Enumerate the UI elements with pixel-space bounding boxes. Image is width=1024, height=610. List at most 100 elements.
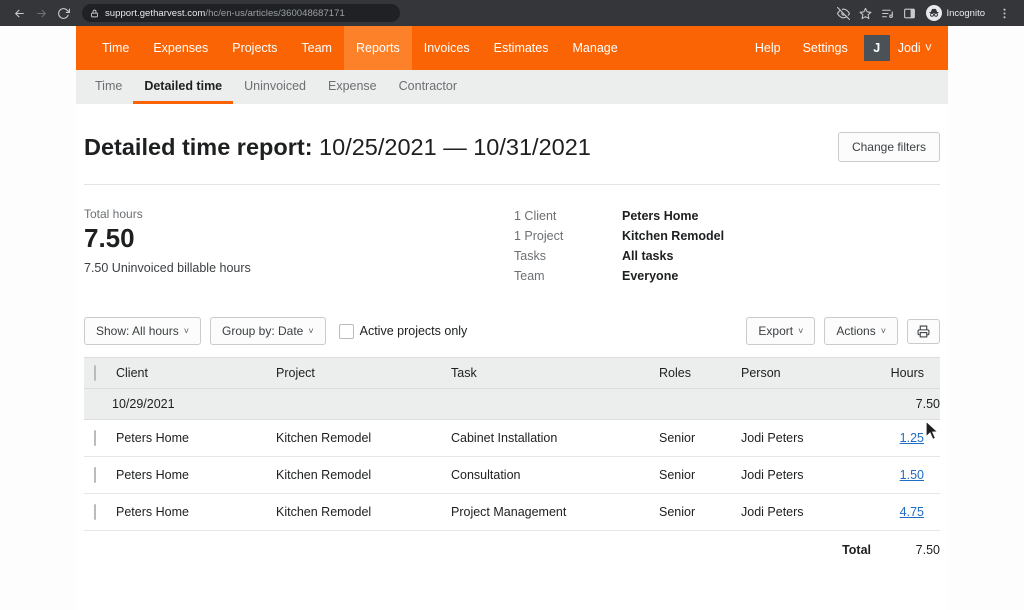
total-spacer	[84, 531, 741, 570]
nav-item-invoices[interactable]: Invoices	[412, 26, 482, 70]
table-row[interactable]: Peters Home Kitchen Remodel Consultation…	[84, 457, 940, 494]
star-icon[interactable]	[855, 3, 875, 23]
export-button[interactable]: Export ˅	[746, 317, 815, 345]
nav-item-time[interactable]: Time	[90, 26, 141, 70]
tab-uninvoiced[interactable]: Uninvoiced	[233, 70, 317, 104]
row-checkbox[interactable]	[94, 504, 96, 520]
report-toolbar: Show: All hours ˅ Group by: Date ˅ Activ…	[84, 313, 940, 357]
cell-hours: 1.25	[871, 420, 940, 457]
column-header-task[interactable]: Task	[451, 358, 659, 389]
show-hours-label: Show: All hours	[96, 324, 179, 338]
print-button[interactable]	[907, 319, 940, 344]
cell-person: Jodi Peters	[741, 420, 871, 457]
primary-navigation: Time Expenses Projects Team Reports Invo…	[76, 26, 948, 70]
select-all-header	[84, 358, 116, 389]
address-bar[interactable]: support.getharvest.com/hc/en-us/articles…	[82, 4, 400, 22]
tab-time[interactable]: Time	[84, 70, 133, 104]
lock-icon	[90, 9, 99, 18]
cell-client: Peters Home	[116, 420, 276, 457]
tab-expense[interactable]: Expense	[317, 70, 388, 104]
filter-label-tasks: Tasks	[514, 249, 622, 263]
user-menu[interactable]: Jodi ˅	[898, 41, 936, 55]
printer-icon	[917, 325, 930, 338]
reload-button[interactable]	[52, 2, 74, 24]
page-title-range: 10/25/2021 — 10/31/2021	[313, 134, 591, 160]
column-header-hours[interactable]: Hours	[871, 358, 940, 389]
group-row-date: 10/29/2021	[84, 389, 871, 420]
nav-item-manage[interactable]: Manage	[561, 26, 630, 70]
nav-item-expenses[interactable]: Expenses	[141, 26, 220, 70]
hours-link[interactable]: 1.25	[900, 431, 924, 445]
browser-toolbar: support.getharvest.com/hc/en-us/articles…	[0, 0, 1024, 26]
cell-client: Peters Home	[116, 457, 276, 494]
group-by-dropdown[interactable]: Group by: Date ˅	[210, 317, 326, 345]
back-button[interactable]	[8, 2, 30, 24]
cell-task: Project Management	[451, 494, 659, 531]
avatar[interactable]: J	[864, 35, 890, 61]
page-title: Detailed time report: 10/25/2021 — 10/31…	[84, 134, 591, 161]
tab-detailed-time[interactable]: Detailed time	[133, 70, 233, 104]
hours-link[interactable]: 1.50	[900, 468, 924, 482]
column-header-person[interactable]: Person	[741, 358, 871, 389]
forward-button[interactable]	[30, 2, 52, 24]
row-checkbox[interactable]	[94, 467, 96, 483]
nav-item-team[interactable]: Team	[289, 26, 344, 70]
side-panel-icon[interactable]	[899, 3, 919, 23]
detailed-time-table: Client Project Task Roles Person Hours 1…	[84, 357, 940, 569]
report-toolbar-right: Export ˅ Actions ˅	[746, 317, 940, 345]
back-arrow-icon	[13, 7, 26, 20]
hours-link[interactable]: 4.75	[900, 505, 924, 519]
eye-slash-icon[interactable]	[833, 3, 853, 23]
column-header-client[interactable]: Client	[116, 358, 276, 389]
row-checkbox[interactable]	[94, 430, 96, 446]
table-row[interactable]: Peters Home Kitchen Remodel Cabinet Inst…	[84, 420, 940, 457]
active-projects-only-control[interactable]: Active projects only	[339, 324, 468, 339]
cell-project: Kitchen Remodel	[276, 457, 451, 494]
table-total-row: Total 7.50	[84, 531, 940, 570]
change-filters-button[interactable]: Change filters	[838, 132, 940, 162]
reload-icon	[57, 7, 70, 20]
nav-item-settings[interactable]: Settings	[793, 41, 858, 55]
filter-row-tasks: Tasks All tasks	[514, 249, 724, 269]
column-header-project[interactable]: Project	[276, 358, 451, 389]
page-title-prefix: Detailed time report:	[84, 134, 313, 160]
filter-value-project: Kitchen Remodel	[622, 229, 724, 243]
table-body: 10/29/2021 7.50 Peters Home Kitchen Remo…	[84, 389, 940, 570]
show-hours-dropdown[interactable]: Show: All hours ˅	[84, 317, 201, 345]
chevron-down-icon: ˅	[798, 326, 803, 336]
report-content: Detailed time report: 10/25/2021 — 10/31…	[76, 104, 948, 569]
report-summary: Total hours 7.50 7.50 Uninvoiced billabl…	[84, 185, 940, 313]
actions-label: Actions	[836, 324, 875, 338]
total-hours-value: 7.50	[84, 223, 514, 254]
select-all-checkbox[interactable]	[94, 365, 96, 381]
nav-item-projects[interactable]: Projects	[220, 26, 289, 70]
filter-label-client: 1 Client	[514, 209, 622, 223]
reading-list-icon[interactable]	[877, 3, 897, 23]
forward-arrow-icon	[35, 7, 48, 20]
user-menu-label: Jodi	[898, 41, 921, 55]
incognito-label: Incognito	[946, 8, 985, 19]
filter-label-project: 1 Project	[514, 229, 622, 243]
cell-roles: Senior	[659, 420, 741, 457]
browser-actions: Incognito	[833, 3, 1016, 23]
uninvoiced-billable-hours: 7.50 Uninvoiced billable hours	[84, 261, 514, 275]
row-select-cell	[84, 457, 116, 494]
nav-item-reports[interactable]: Reports	[344, 26, 412, 70]
report-header: Detailed time report: 10/25/2021 — 10/31…	[84, 104, 940, 185]
active-projects-only-checkbox[interactable]	[339, 324, 354, 339]
table-row[interactable]: Peters Home Kitchen Remodel Project Mana…	[84, 494, 940, 531]
incognito-indicator[interactable]: Incognito	[923, 3, 992, 23]
column-header-roles[interactable]: Roles	[659, 358, 741, 389]
group-by-label: Group by: Date	[222, 324, 303, 338]
cell-task: Cabinet Installation	[451, 420, 659, 457]
actions-button[interactable]: Actions ˅	[824, 317, 898, 345]
nav-item-estimates[interactable]: Estimates	[482, 26, 561, 70]
group-row-hours: 7.50	[871, 389, 940, 420]
nav-item-help[interactable]: Help	[745, 41, 791, 55]
filter-label-team: Team	[514, 269, 622, 283]
cell-hours: 1.50	[871, 457, 940, 494]
kebab-menu-icon[interactable]	[994, 3, 1014, 23]
tab-contractor[interactable]: Contractor	[388, 70, 468, 104]
row-select-cell	[84, 494, 116, 531]
cell-person: Jodi Peters	[741, 457, 871, 494]
